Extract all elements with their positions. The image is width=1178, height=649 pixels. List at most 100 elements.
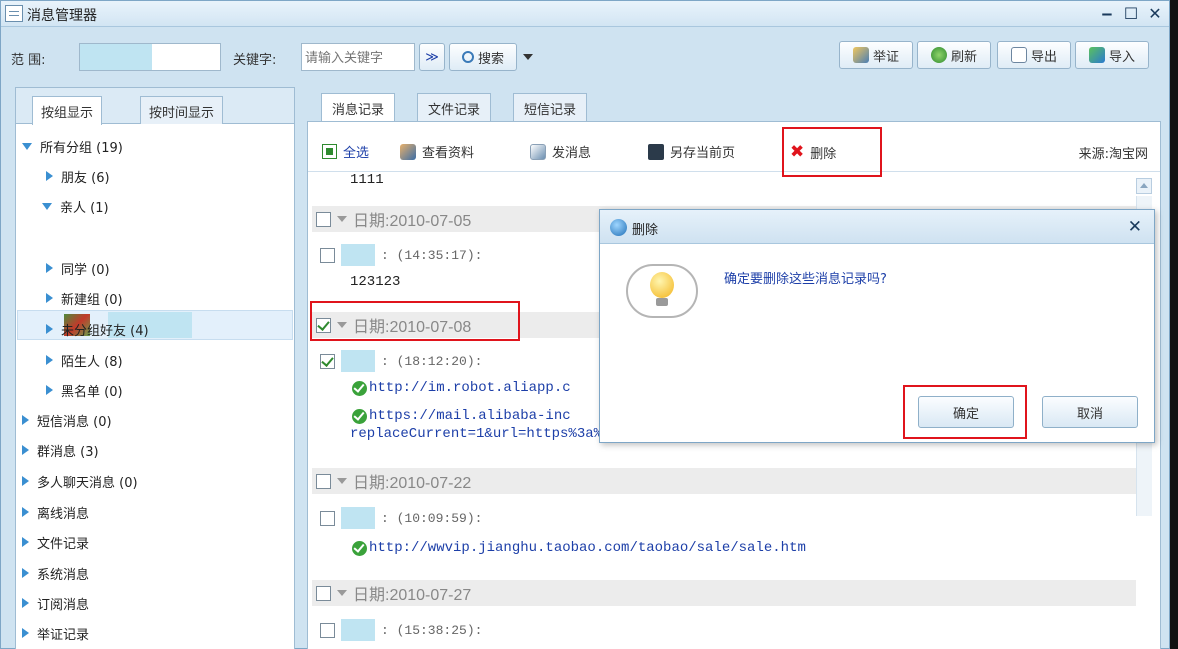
tab-by-time[interactable]: 按时间显示 [140, 96, 224, 124]
tab-by-group[interactable]: 按组显示 [32, 96, 103, 125]
message-time: : (18:12:20): [381, 353, 483, 369]
search-icon [461, 51, 474, 63]
message-checkbox[interactable] [320, 510, 335, 526]
tree-item-strangers[interactable]: 陌生人 (8) [46, 346, 123, 374]
scroll-up-button[interactable] [1136, 178, 1152, 194]
date-checkbox[interactable] [316, 473, 331, 489]
date-label: 日期:2010-07-27 [353, 587, 472, 604]
more-options-button[interactable]: ≫ [419, 43, 445, 71]
export-icon [1010, 47, 1027, 63]
tree-item-subscriptions[interactable]: 订阅消息 [22, 589, 89, 617]
tree-item-blacklist[interactable]: 黑名单 (0) [46, 376, 123, 404]
range-value-redacted [80, 44, 152, 70]
tree-item-multi-chat[interactable]: 多人聊天消息 (0) [22, 467, 138, 495]
chevron-right-icon [22, 537, 29, 547]
export-button[interactable]: 导出 [997, 41, 1071, 69]
tree-item-label: 新建组 (0) [61, 292, 123, 308]
minimize-button[interactable]: ‒ [1097, 4, 1117, 23]
tree-item-label: 文件记录 [37, 536, 90, 552]
date-row[interactable]: 日期:2010-07-22 [312, 468, 1136, 494]
view-profile-button[interactable]: 查看资料 [400, 142, 474, 161]
tree-item-all-groups[interactable]: 所有分组 (19) [22, 132, 123, 160]
safe-link-icon [352, 408, 367, 424]
collapse-icon[interactable] [337, 590, 347, 596]
search-button[interactable]: 搜索 [449, 43, 517, 71]
tree-item-friends[interactable]: 朋友 (6) [46, 162, 110, 190]
refresh-button[interactable]: 刷新 [917, 41, 991, 69]
export-button-label: 导出 [1030, 49, 1057, 65]
chevron-right-icon [22, 628, 29, 638]
range-selector[interactable] [79, 43, 221, 71]
message-checkbox[interactable] [320, 247, 335, 263]
date-row[interactable]: 日期:2010-07-27 [312, 580, 1136, 606]
message-manager-window: 消息管理器 ‒ ☐ ✕ 范 围: 关键字: ≫ 搜索 举证 刷新 导出 [0, 0, 1170, 649]
delete-x-icon: ✖ [790, 142, 805, 162]
message-time: : (10:09:59): [381, 510, 483, 526]
confirm-button[interactable]: 确定 [918, 396, 1014, 428]
date-checkbox[interactable] [316, 317, 331, 333]
tab-files[interactable]: 文件记录 [417, 93, 492, 121]
send-message-button[interactable]: 发消息 [530, 142, 591, 161]
close-button[interactable]: ✕ [1145, 4, 1165, 23]
tree-item-offline[interactable]: 离线消息 [22, 498, 89, 526]
tree-item-file-records[interactable]: 文件记录 [22, 528, 89, 556]
title-bar: 消息管理器 ‒ ☐ ✕ [1, 1, 1169, 27]
delete-button[interactable]: ✖ 删除 [790, 142, 836, 162]
maximize-button[interactable]: ☐ [1121, 4, 1141, 23]
chevron-right-icon [22, 598, 29, 608]
collapse-icon[interactable] [337, 322, 347, 328]
import-button[interactable]: 导入 [1075, 41, 1149, 69]
save-page-label: 另存当前页 [670, 146, 736, 161]
group-panel: 按组显示 按时间显示 所有分组 (19) 朋友 (6) 亲人 (1) 同学 (0… [15, 87, 295, 649]
chevron-right-icon [22, 568, 29, 578]
date-checkbox[interactable] [316, 211, 331, 227]
message-header: : (10:09:59): [320, 507, 482, 529]
message-link[interactable]: https://mail.alibaba-inc [352, 408, 571, 424]
search-button-label: 搜索 [477, 51, 504, 67]
tree-item-ungrouped[interactable]: 未分组好友 (4) [46, 315, 149, 343]
chevron-right-icon [46, 171, 53, 181]
report-button[interactable]: 举证 [839, 41, 913, 69]
right-tab-bar: 消息记录 文件记录 短信记录 [307, 93, 1161, 122]
tab-messages[interactable]: 消息记录 [321, 93, 396, 122]
select-all-label: 全选 [343, 146, 370, 161]
tree-item-new-group[interactable]: 新建组 (0) [46, 284, 123, 312]
tree-item-label: 黑名单 (0) [61, 384, 123, 400]
dialog-close-button[interactable]: ✕ [1128, 217, 1142, 237]
tree-item-sms[interactable]: 短信消息 (0) [22, 406, 112, 434]
report-icon [852, 47, 869, 63]
tree-item-family[interactable]: 亲人 (1) [42, 192, 109, 220]
tree-item-group-messages[interactable]: 群消息 (3) [22, 436, 99, 464]
message-checkbox[interactable] [320, 622, 335, 638]
date-checkbox[interactable] [316, 585, 331, 601]
sender-redacted [341, 507, 375, 529]
tree-item-label: 陌生人 (8) [61, 354, 123, 370]
message-header: : (18:12:20): [320, 350, 482, 372]
select-all-button[interactable]: 全选 [322, 142, 369, 161]
select-all-icon [322, 144, 337, 159]
dialog-title: 删除 [632, 223, 659, 238]
search-dropdown-icon[interactable] [523, 54, 533, 60]
refresh-icon [930, 47, 947, 63]
message-checkbox[interactable] [320, 353, 335, 369]
message-link[interactable]: http://wwvip.jianghu.taobao.com/taobao/s… [352, 540, 806, 556]
save-page-button[interactable]: 另存当前页 [648, 142, 735, 161]
tree-item-system[interactable]: 系统消息 [22, 559, 89, 587]
chevron-right-icon [46, 385, 53, 395]
chevron-right-icon [22, 476, 29, 486]
safe-link-icon [352, 380, 367, 396]
send-message-icon [530, 143, 546, 160]
keyword-input[interactable] [301, 43, 415, 71]
tab-sms[interactable]: 短信记录 [513, 93, 588, 121]
safe-link-icon [352, 540, 367, 556]
message-link[interactable]: http://im.robot.aliapp.c [352, 380, 571, 396]
link-text: http://im.robot.aliapp.c [369, 380, 571, 396]
tree-item-report-records[interactable]: 举证记录 [22, 619, 89, 647]
sender-redacted [341, 244, 375, 266]
tree-item-label: 未分组好友 (4) [61, 323, 149, 339]
tree-item-classmates[interactable]: 同学 (0) [46, 254, 110, 282]
collapse-icon[interactable] [337, 478, 347, 484]
cancel-button[interactable]: 取消 [1042, 396, 1138, 428]
keyword-label: 关键字: [233, 53, 277, 68]
collapse-icon[interactable] [337, 216, 347, 222]
